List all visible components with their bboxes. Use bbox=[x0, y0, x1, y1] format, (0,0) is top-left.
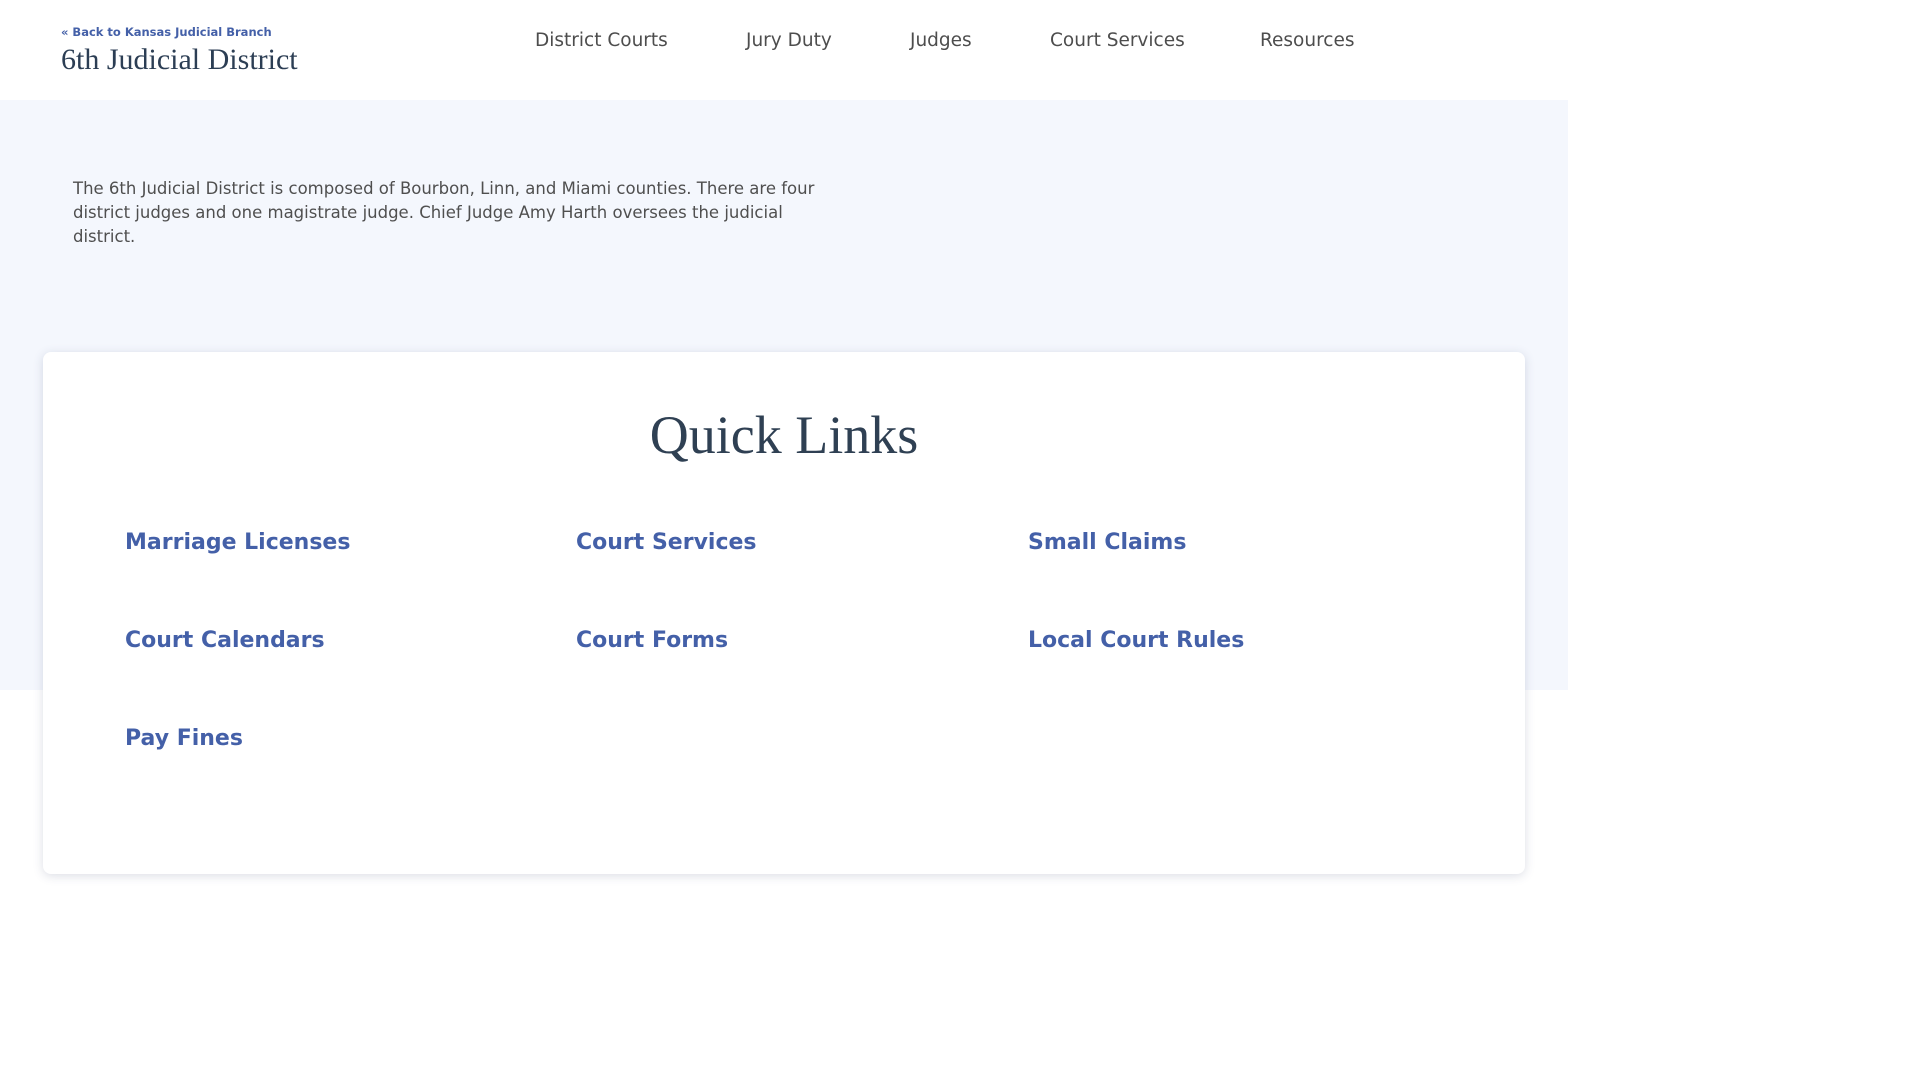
quick-link-court-calendars[interactable]: Court Calendars bbox=[125, 627, 325, 655]
quick-link-marriage-licenses[interactable]: Marriage Licenses bbox=[125, 529, 350, 557]
district-intro-text: The 6th Judicial District is composed of… bbox=[73, 179, 815, 246]
nav-district-courts[interactable]: District Courts bbox=[535, 30, 668, 51]
quick-links-title: Quick Links bbox=[649, 405, 919, 465]
quick-link-court-forms[interactable]: Court Forms bbox=[576, 627, 728, 655]
quick-link-pay-fines[interactable]: Pay Fines bbox=[125, 725, 243, 753]
site-header: « Back to Kansas Judicial Branch 6th Jud… bbox=[0, 0, 1568, 100]
nav-resources[interactable]: Resources bbox=[1260, 30, 1354, 51]
quick-link-local-court-rules[interactable]: Local Court Rules bbox=[1028, 627, 1244, 655]
quick-link-court-services[interactable]: Court Services bbox=[576, 529, 757, 557]
nav-judges[interactable]: Judges bbox=[910, 30, 972, 51]
quick-link-small-claims[interactable]: Small Claims bbox=[1028, 529, 1186, 557]
main-nav: District Courts Jury Duty Judges Court S… bbox=[0, 30, 1568, 54]
nav-court-services[interactable]: Court Services bbox=[1050, 30, 1185, 51]
nav-jury-duty[interactable]: Jury Duty bbox=[746, 30, 832, 51]
